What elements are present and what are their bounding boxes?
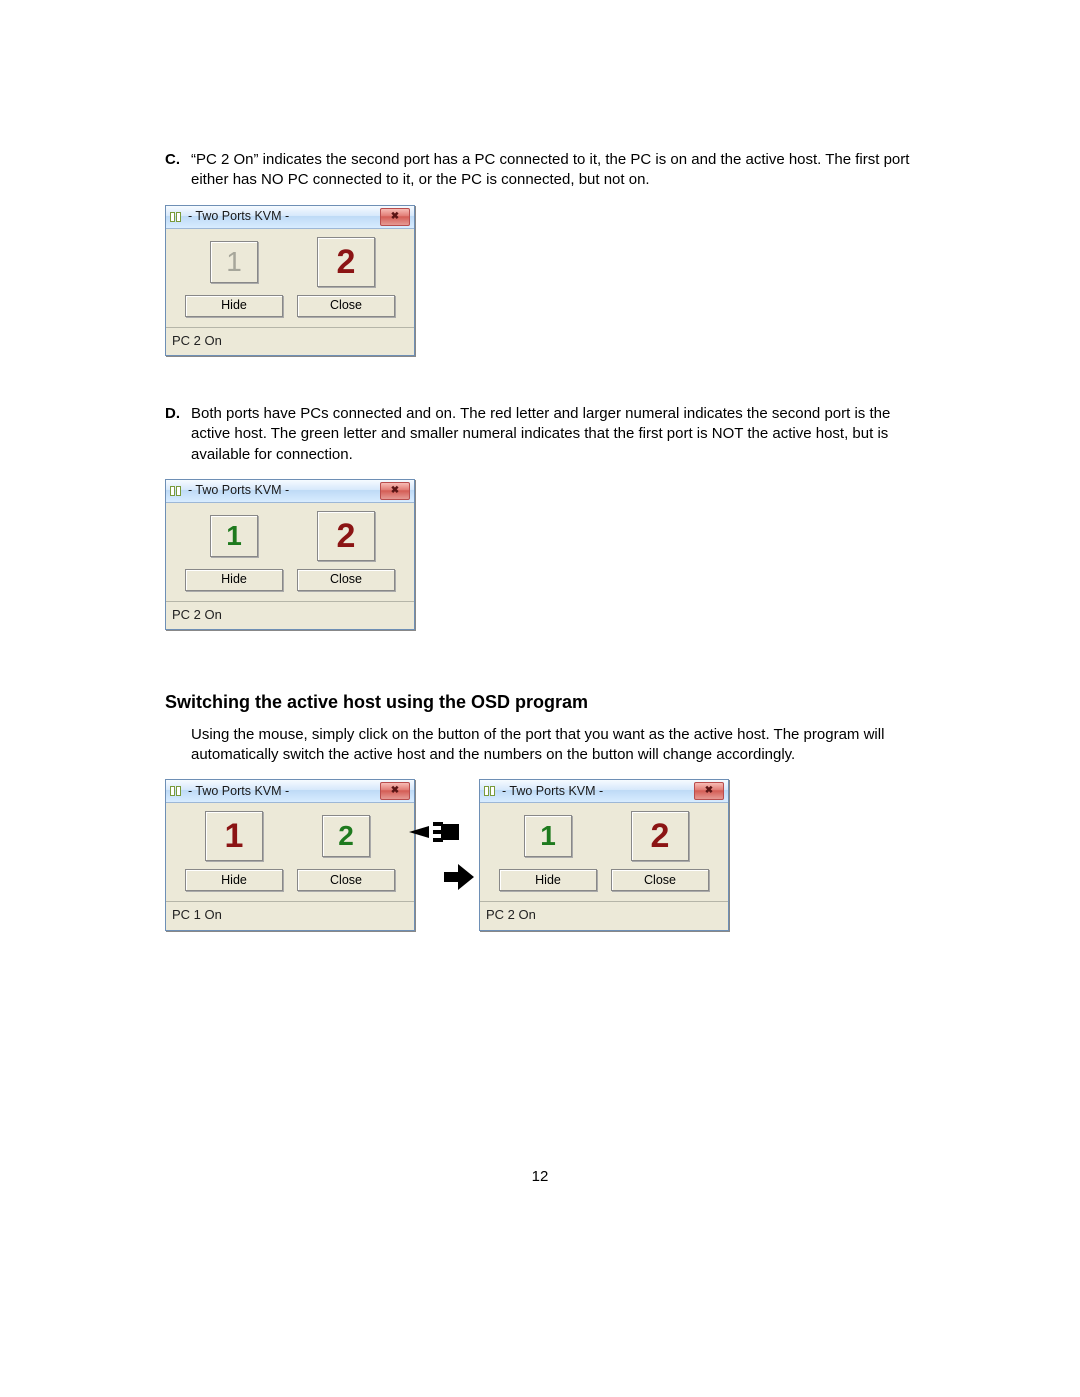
- hide-label: Hide: [535, 872, 561, 889]
- titlebar[interactable]: - Two Ports KVM - ✖: [166, 480, 414, 503]
- status-bar: PC 1 On: [166, 901, 414, 930]
- dialog-body: 1 2 Hide Close: [166, 229, 414, 327]
- kvm-dialog: - Two Ports KVM - ✖ 1 2: [165, 205, 415, 357]
- action-row: Hide Close: [172, 567, 408, 595]
- list-text-c: “PC 2 On” indicates the second port has …: [191, 150, 930, 191]
- window-title: - Two Ports KVM -: [188, 783, 380, 800]
- port-2-cell: 2: [309, 813, 383, 859]
- close-button[interactable]: Close: [297, 569, 395, 591]
- port-2-button[interactable]: 2: [317, 237, 375, 287]
- hide-button[interactable]: Hide: [499, 869, 597, 891]
- port-1-cell: 1: [197, 239, 271, 285]
- port-row: 1 2: [172, 811, 408, 867]
- port-2-button[interactable]: 2: [631, 811, 689, 861]
- list-marker-d: D.: [165, 404, 191, 465]
- close-label: Close: [330, 571, 362, 588]
- action-row: Hide Close: [172, 293, 408, 321]
- list-item-d: D. Both ports have PCs connected and on.…: [165, 404, 930, 465]
- status-bar: PC 2 On: [166, 601, 414, 630]
- window-close-button[interactable]: ✖: [694, 782, 724, 800]
- port-1-button[interactable]: 1: [524, 815, 572, 857]
- app-icon: [170, 486, 184, 496]
- titlebar[interactable]: - Two Ports KVM - ✖: [166, 206, 414, 229]
- close-button[interactable]: Close: [297, 295, 395, 317]
- window-close-button[interactable]: ✖: [380, 208, 410, 226]
- section-paragraph: Using the mouse, simply click on the but…: [191, 725, 930, 766]
- close-button[interactable]: Close: [297, 869, 395, 891]
- page-number: 12: [0, 1167, 1080, 1187]
- figure-c: - Two Ports KVM - ✖ 1 2: [165, 205, 930, 357]
- port-2-cell: 2: [309, 239, 383, 285]
- kvm-dialog: - Two Ports KVM - ✖ 1 2: [165, 479, 415, 631]
- status-text: PC 2 On: [172, 607, 222, 622]
- window-title: - Two Ports KVM -: [188, 208, 380, 225]
- close-label: Close: [644, 872, 676, 889]
- titlebar[interactable]: - Two Ports KVM - ✖: [480, 780, 728, 803]
- dialog-body: 1 2 Hide Close: [166, 803, 414, 901]
- status-text: PC 1 On: [172, 907, 222, 922]
- port-row: 1 2: [172, 237, 408, 293]
- port-2-label: 2: [337, 519, 356, 553]
- window-close-button[interactable]: ✖: [380, 482, 410, 500]
- close-icon: ✖: [391, 786, 399, 796]
- list-marker-c: C.: [165, 150, 191, 191]
- port-2-button[interactable]: 2: [317, 511, 375, 561]
- kvm-dialog-before: - Two Ports KVM - ✖ 1 2: [165, 779, 415, 931]
- window-title: - Two Ports KVM -: [188, 482, 380, 499]
- port-1-button[interactable]: 1: [210, 241, 258, 283]
- port-2-label: 2: [337, 245, 356, 279]
- titlebar[interactable]: - Two Ports KVM - ✖: [166, 780, 414, 803]
- port-1-label: 1: [226, 248, 242, 276]
- action-row: Hide Close: [172, 867, 408, 895]
- app-icon: [170, 786, 184, 796]
- port-1-cell: 1: [197, 513, 271, 559]
- list-item-c: C. “PC 2 On” indicates the second port h…: [165, 150, 930, 191]
- status-text: PC 2 On: [172, 333, 222, 348]
- port-2-button[interactable]: 2: [322, 815, 370, 857]
- figure-d: - Two Ports KVM - ✖ 1 2: [165, 479, 930, 631]
- port-2-label: 2: [338, 822, 354, 850]
- dialog-body: 1 2 Hide Close: [166, 503, 414, 601]
- list-text-d: Both ports have PCs connected and on. Th…: [191, 404, 930, 465]
- status-bar: PC 2 On: [480, 901, 728, 930]
- port-2-label: 2: [651, 819, 670, 853]
- close-icon: ✖: [705, 786, 713, 796]
- status-text: PC 2 On: [486, 907, 536, 922]
- hide-button[interactable]: Hide: [185, 569, 283, 591]
- close-icon: ✖: [391, 486, 399, 496]
- status-bar: PC 2 On: [166, 327, 414, 356]
- window-close-button[interactable]: ✖: [380, 782, 410, 800]
- port-2-cell: 2: [309, 513, 383, 559]
- figure-switch-row: - Two Ports KVM - ✖ 1 2: [165, 779, 930, 931]
- port-1-label: 1: [225, 819, 244, 853]
- port-1-label: 1: [540, 822, 556, 850]
- app-icon: [170, 212, 184, 222]
- arrow-right-icon: [443, 827, 475, 927]
- window-title: - Two Ports KVM -: [502, 783, 694, 800]
- port-1-label: 1: [226, 522, 242, 550]
- hide-label: Hide: [221, 872, 247, 889]
- port-1-cell: 1: [511, 813, 585, 859]
- document-page: C. “PC 2 On” indicates the second port h…: [0, 0, 1080, 1397]
- section-heading: Switching the active host using the OSD …: [165, 690, 930, 714]
- close-label: Close: [330, 297, 362, 314]
- port-1-button[interactable]: 1: [210, 515, 258, 557]
- dialog-body: 1 2 Hide Close: [480, 803, 728, 901]
- close-icon: ✖: [391, 212, 399, 222]
- hide-button[interactable]: Hide: [185, 295, 283, 317]
- hide-button[interactable]: Hide: [185, 869, 283, 891]
- port-row: 1 2: [172, 511, 408, 567]
- hide-label: Hide: [221, 297, 247, 314]
- kvm-dialog-after: - Two Ports KVM - ✖ 1 2: [479, 779, 729, 931]
- app-icon: [484, 786, 498, 796]
- action-row: Hide Close: [486, 867, 722, 895]
- close-label: Close: [330, 872, 362, 889]
- hide-label: Hide: [221, 571, 247, 588]
- port-2-cell: 2: [623, 813, 697, 859]
- port-1-button[interactable]: 1: [205, 811, 263, 861]
- close-button[interactable]: Close: [611, 869, 709, 891]
- port-row: 1 2: [486, 811, 722, 867]
- port-1-cell: 1: [197, 813, 271, 859]
